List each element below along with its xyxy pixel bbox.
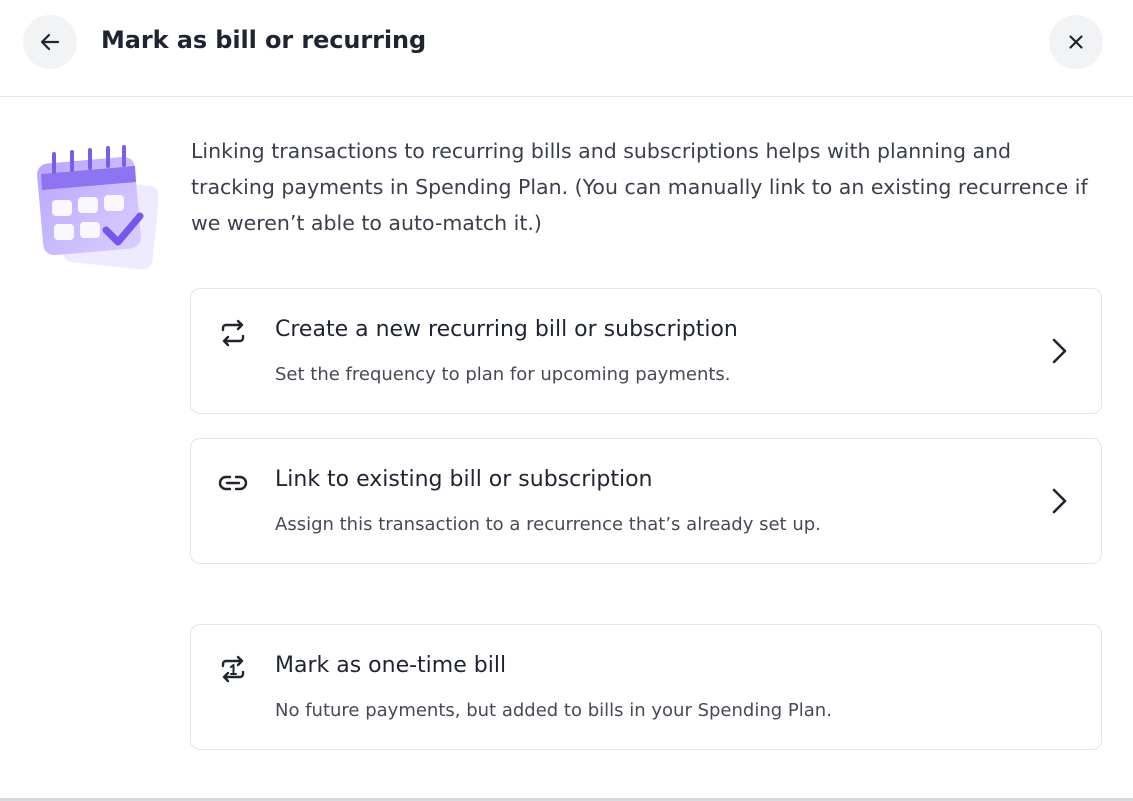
- mark-bill-dialog: Mark as bill or recurring Linking transa…: [0, 0, 1133, 801]
- intro-text: Linking transactions to recurring bills …: [191, 139, 1088, 235]
- arrow-left-icon: [40, 33, 60, 51]
- close-icon: [1069, 35, 1083, 49]
- close-button[interactable]: [1049, 15, 1103, 69]
- option-subtitle: Set the frequency to plan for upcoming p…: [275, 364, 731, 385]
- option-subtitle: No future payments, but added to bills i…: [275, 700, 832, 721]
- create-recurring-option[interactable]: Create a new recurring bill or subscript…: [190, 288, 1102, 414]
- option-title: Mark as one-time bill: [275, 653, 507, 678]
- chevron-right-icon: [1052, 488, 1067, 514]
- one-time-bill-option[interactable]: Mark as one-time bill No future payments…: [190, 624, 1102, 750]
- link-icon: [218, 475, 248, 491]
- chevron-right-icon: [1052, 338, 1067, 364]
- calendar-check-illustration: [37, 145, 158, 270]
- link-existing-option[interactable]: Link to existing bill or subscription As…: [190, 438, 1102, 564]
- back-button[interactable]: [23, 15, 77, 69]
- option-title: Link to existing bill or subscription: [275, 467, 653, 492]
- repeat-icon: [221, 319, 245, 347]
- dialog-title: Mark as bill or recurring: [101, 26, 427, 54]
- option-subtitle: Assign this transaction to a recurrence …: [275, 514, 821, 535]
- option-title: Create a new recurring bill or subscript…: [275, 317, 738, 342]
- dialog-header: Mark as bill or recurring: [0, 0, 1133, 97]
- repeat-once-icon: [221, 655, 245, 683]
